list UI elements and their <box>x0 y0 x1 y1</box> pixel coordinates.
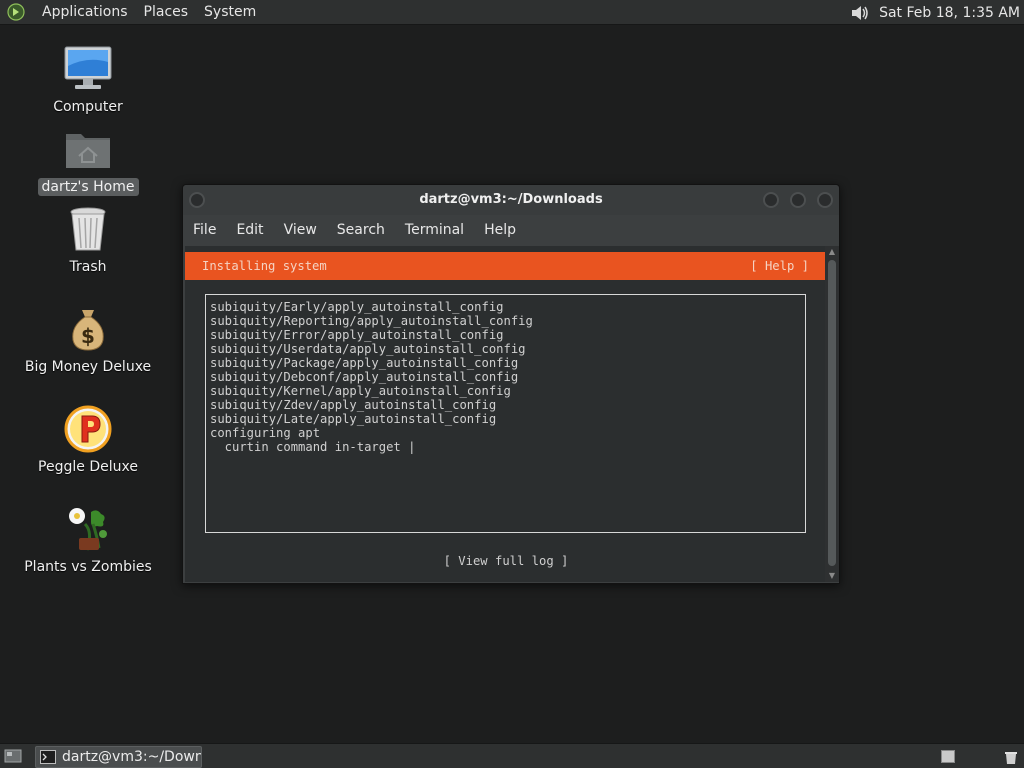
volume-icon[interactable] <box>849 3 871 23</box>
desktop-icon-label: Trash <box>69 259 107 275</box>
view-full-log-button[interactable]: [ View full log ] <box>185 554 827 568</box>
desktop-icon-label: Big Money Deluxe <box>24 359 152 375</box>
home-folder-icon <box>63 124 113 174</box>
log-line: subiquity/Debconf/apply_autoinstall_conf… <box>210 370 519 384</box>
menu-file[interactable]: File <box>183 222 226 238</box>
log-line: subiquity/Early/apply_autoinstall_config <box>210 300 504 314</box>
log-line: subiquity/Reporting/apply_autoinstall_co… <box>210 314 533 328</box>
scroll-up-arrow-icon[interactable]: ▲ <box>827 247 837 257</box>
terminal-menubar: File Edit View Search Terminal Help <box>183 215 839 245</box>
workspace-switcher[interactable] <box>941 750 955 763</box>
window-title: dartz@vm3:~/Downloads <box>419 192 603 207</box>
install-log-box: subiquity/Early/apply_autoinstall_config… <box>205 294 806 533</box>
log-line: curtin command in-target | <box>210 440 416 454</box>
scroll-down-arrow-icon[interactable]: ▼ <box>827 571 837 581</box>
menu-edit[interactable]: Edit <box>226 222 273 238</box>
close-button[interactable] <box>817 192 833 208</box>
maximize-button[interactable] <box>790 192 806 208</box>
log-line: subiquity/Error/apply_autoinstall_config <box>210 328 504 342</box>
terminal-icon <box>40 750 56 764</box>
plants-vs-zombies-icon <box>63 504 113 554</box>
taskbar-button-label: dartz@vm3:~/Down... <box>62 749 201 765</box>
bottom-panel: dartz@vm3:~/Down... <box>0 743 1024 768</box>
taskbar-terminal-button[interactable]: dartz@vm3:~/Down... <box>35 746 202 768</box>
desktop-icon-plants-vs-zombies[interactable]: Plants vs Zombies <box>24 504 152 576</box>
installer-header: Installing system [ Help ] <box>185 252 827 280</box>
terminal-window[interactable]: dartz@vm3:~/Downloads File Edit View Sea… <box>182 184 840 584</box>
distro-logo-icon[interactable] <box>6 2 26 22</box>
desktop-icon-home[interactable]: dartz's Home <box>28 124 148 196</box>
trash-icon <box>63 204 113 254</box>
show-desktop-icon[interactable] <box>4 748 22 764</box>
desktop-icon-computer[interactable]: Computer <box>28 44 148 116</box>
desktop-icon-label: Computer <box>53 99 123 115</box>
desktop-icon-trash[interactable]: Trash <box>28 204 148 276</box>
menu-places[interactable]: Places <box>136 0 197 25</box>
menu-help[interactable]: Help <box>474 222 526 238</box>
desktop-icon-label: Peggle Deluxe <box>38 459 138 475</box>
terminal-area[interactable]: Installing system [ Help ] subiquity/Ear… <box>185 246 827 582</box>
menu-view[interactable]: View <box>274 222 327 238</box>
help-button[interactable]: [ Help ] <box>750 252 809 280</box>
menu-applications[interactable]: Applications <box>34 0 136 25</box>
money-bag-icon: $ <box>63 304 113 354</box>
menu-search[interactable]: Search <box>327 222 395 238</box>
desktop-icon-peggle[interactable]: Peggle Deluxe <box>28 404 148 476</box>
log-line: subiquity/Package/apply_autoinstall_conf… <box>210 356 519 370</box>
peggle-icon <box>63 404 113 454</box>
installer-title: Installing system <box>202 259 327 273</box>
top-panel: Applications Places System Sat Feb 18, 1… <box>0 0 1024 25</box>
desktop-icon-label: dartz's Home <box>37 178 139 196</box>
log-line: configuring apt <box>210 426 321 440</box>
menu-system[interactable]: System <box>196 0 264 25</box>
trash-applet-icon[interactable] <box>1004 750 1018 764</box>
clock[interactable]: Sat Feb 18, 1:35 AM <box>871 5 1020 21</box>
svg-text:$: $ <box>81 324 95 348</box>
scrollbar-thumb[interactable] <box>828 260 836 566</box>
top-panel-tray: Sat Feb 18, 1:35 AM <box>849 0 1020 25</box>
window-menu-button[interactable] <box>189 192 205 208</box>
log-line: subiquity/Userdata/apply_autoinstall_con… <box>210 342 526 356</box>
log-line: subiquity/Zdev/apply_autoinstall_config <box>210 398 497 412</box>
minimize-button[interactable] <box>763 192 779 208</box>
computer-icon <box>63 44 113 94</box>
terminal-scrollbar[interactable]: ▲ ▼ <box>825 246 839 582</box>
desktop-screen: Applications Places System Sat Feb 18, 1… <box>0 0 1024 768</box>
desktop-icon-big-money[interactable]: $ Big Money Deluxe <box>25 304 151 376</box>
menu-terminal[interactable]: Terminal <box>395 222 474 238</box>
log-line: subiquity/Kernel/apply_autoinstall_confi… <box>210 384 511 398</box>
window-titlebar[interactable]: dartz@vm3:~/Downloads <box>183 185 839 215</box>
log-line: subiquity/Late/apply_autoinstall_config <box>210 412 497 426</box>
desktop-icon-label: Plants vs Zombies <box>24 559 152 575</box>
